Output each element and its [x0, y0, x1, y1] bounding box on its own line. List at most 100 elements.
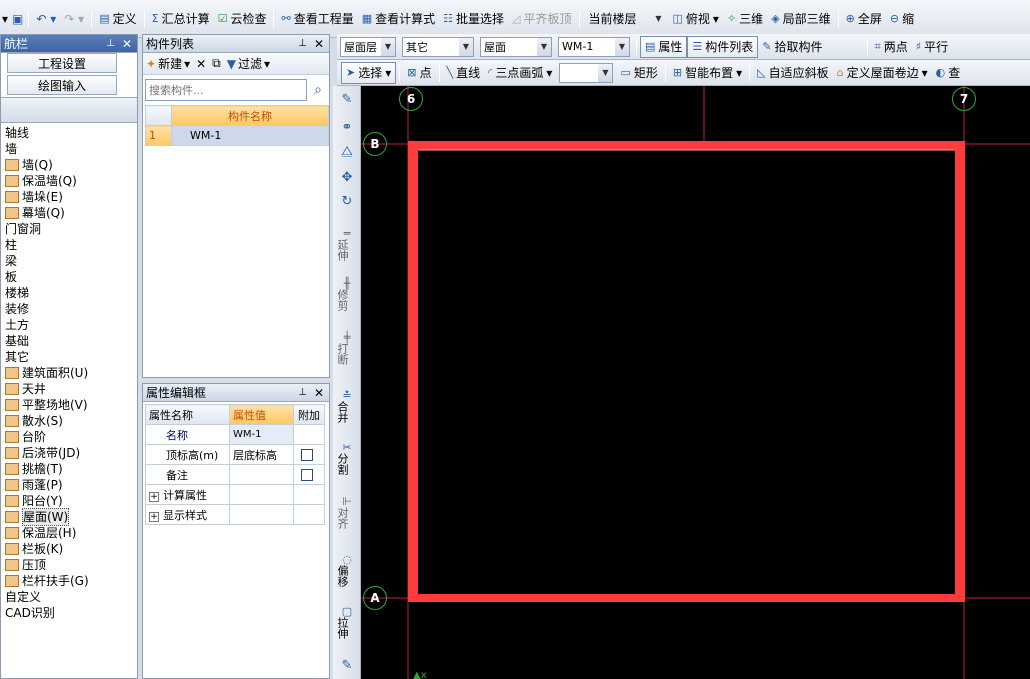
tree-item[interactable]: 装修 — [5, 301, 135, 317]
break-button[interactable]: ╪ 打断 — [336, 332, 357, 365]
mirror-icon[interactable]: ⧋ — [337, 145, 357, 158]
tree-item[interactable]: 屋面(W) — [5, 508, 135, 526]
brush-icon[interactable]: ✎ — [337, 93, 357, 106]
line-tool[interactable]: ╲ 直线 — [443, 62, 485, 84]
tree-item[interactable]: 雨蓬(P) — [5, 477, 135, 493]
undo-button[interactable]: ↶ ▾ — [32, 8, 60, 30]
tree-item[interactable]: 天井 — [5, 381, 135, 397]
tree-item[interactable]: 墙垛(E) — [5, 189, 135, 205]
query-button[interactable]: ◐ 查 — [932, 62, 965, 84]
tree-item[interactable]: 幕墙(Q) — [5, 205, 135, 221]
tree-item[interactable]: 基础 — [5, 333, 135, 349]
save-icon[interactable]: ▣ — [10, 8, 25, 30]
tree-item[interactable]: 门窗洞 — [5, 221, 135, 237]
tree-item[interactable]: 挑檐(T) — [5, 461, 135, 477]
pin-icon[interactable]: ⊥ — [298, 387, 307, 398]
tree-item[interactable]: 散水(S) — [5, 413, 135, 429]
subtype-combo[interactable]: 屋面 ▼ — [480, 36, 552, 57]
tree-item[interactable]: 其它 — [5, 349, 135, 365]
tree-item[interactable]: 轴线 — [5, 125, 135, 141]
point-tool[interactable]: ⊠ 点 — [403, 62, 435, 84]
cloud-check-button[interactable]: ☑ 云检查 — [214, 8, 271, 30]
local-3d-button[interactable]: ◈ 局部三维 — [767, 8, 834, 30]
two-point-button[interactable]: ⌗ 两点 — [871, 36, 912, 58]
tree-item[interactable]: 保温层(H) — [5, 525, 135, 541]
pin-icon[interactable]: ⊥ — [106, 38, 115, 49]
prop-row-top-elevation[interactable]: 顶标高(m) 层底标高 — [145, 444, 325, 465]
zoom-button[interactable]: ⊖ 缩 — [886, 8, 918, 30]
view-quantity-button[interactable]: ⚯ 查看工程量 — [277, 8, 357, 30]
auto-slope-button[interactable]: ◺ 自适应斜板 — [753, 62, 832, 84]
filter-button[interactable]: ▼ 过滤 ▾ — [227, 55, 270, 72]
checkbox[interactable] — [301, 449, 313, 461]
smart-layout-button[interactable]: ⊞ 智能布置 ▾ — [669, 62, 746, 84]
view-formula-button[interactable]: ▦ 查看计算式 — [358, 8, 439, 30]
tree-item[interactable]: 自定义 — [5, 589, 135, 605]
rotate-icon[interactable]: ↻ — [337, 195, 357, 208]
open-icon[interactable]: ▾ — [0, 8, 10, 30]
tree-item[interactable]: 阳台(Y) — [5, 493, 135, 509]
prop-row-display[interactable]: + 显示样式 — [145, 504, 325, 525]
expand-icon[interactable]: + — [149, 511, 159, 522]
close-icon[interactable]: ✕ — [122, 37, 132, 51]
type-combo[interactable]: 其它 ▼ — [402, 36, 474, 57]
align-slab-top-button[interactable]: ◿ 平齐板顶 — [508, 8, 575, 30]
move-icon[interactable]: ✥ — [337, 171, 357, 184]
search-icon[interactable]: ⌕ — [309, 79, 327, 101]
tree-item[interactable]: 墙 — [5, 141, 135, 157]
tree-item[interactable]: 板 — [5, 269, 135, 285]
trim-button[interactable]: ╫ 修剪 — [336, 278, 357, 311]
tree-item[interactable]: CAD识别 — [5, 605, 135, 621]
edit-icon[interactable]: ✎ — [337, 659, 357, 672]
3d-button[interactable]: ✧ 三维 — [723, 8, 767, 30]
select-tool[interactable]: ➤ 选择 ▾ — [341, 61, 397, 84]
tree-item[interactable]: 墙(Q) — [5, 157, 135, 173]
chain-icon[interactable]: ⚭ — [337, 121, 357, 134]
split-button[interactable]: ✂ 分割 — [336, 442, 357, 475]
top-view-button[interactable]: ◫ 俯视 ▾ — [669, 8, 723, 30]
rect-tool[interactable]: ▭ 矩形 — [616, 62, 661, 84]
property-toggle[interactable]: ▤ 属性 — [640, 35, 688, 58]
component-combo[interactable]: WM-1 ▼ — [558, 36, 630, 57]
prop-row-remark[interactable]: 备注 — [145, 464, 325, 485]
tree-item[interactable]: 楼梯 — [5, 285, 135, 301]
table-row[interactable]: 1 WM-1 — [145, 125, 329, 146]
close-icon[interactable]: ✕ — [314, 37, 324, 51]
delete-icon[interactable]: ✕ — [196, 57, 206, 71]
extend-button[interactable]: ═ 延伸 — [336, 228, 357, 261]
prop-row-calc[interactable]: + 计算属性 — [145, 484, 325, 505]
arc-tool[interactable]: ◜ 三点画弧 ▾ — [484, 62, 556, 84]
offset-button[interactable]: ◌ 偏移 — [336, 554, 357, 587]
tree-item[interactable]: 柱 — [5, 237, 135, 253]
tree-item[interactable]: 建筑面积(U) — [5, 365, 135, 381]
batch-select-button[interactable]: ☷ 批量选择 — [439, 8, 508, 30]
redo-button[interactable]: ↷ ▾ — [60, 8, 88, 30]
merge-button[interactable]: ≛ 合并 — [336, 390, 357, 423]
tree-item[interactable]: 压顶 — [5, 557, 135, 573]
tree-item[interactable]: 台阶 — [5, 429, 135, 445]
component-search-input[interactable] — [145, 79, 307, 101]
parallel-button[interactable]: ♯ 平行 — [912, 36, 952, 58]
summary-calc-button[interactable]: Σ 汇总计算 — [148, 8, 214, 30]
drawing-canvas[interactable]: ▲x 6 7 B A — [361, 86, 1030, 679]
tree-item[interactable]: 栏杆扶手(G) — [5, 573, 135, 589]
tree-item[interactable]: 土方 — [5, 317, 135, 333]
define-button[interactable]: ▤ 定义 — [95, 8, 140, 30]
tree-item[interactable]: 梁 — [5, 253, 135, 269]
floor-combo[interactable]: 屋面层 ▼ — [340, 36, 396, 57]
copy-icon[interactable]: ⧉ — [212, 56, 221, 71]
project-settings-button[interactable]: 工程设置 — [7, 53, 117, 73]
expand-icon[interactable]: + — [149, 491, 159, 502]
component-list-toggle[interactable]: ☰ 构件列表 — [687, 35, 759, 58]
arc-combo[interactable]: ▼ — [559, 62, 614, 83]
pin-icon[interactable]: ⊥ — [298, 38, 307, 49]
pick-component-button[interactable]: ✎ 拾取构件 — [758, 36, 826, 58]
prop-row-name[interactable]: 名称 WM-1 — [145, 424, 325, 445]
close-icon[interactable]: ✕ — [314, 386, 324, 400]
new-button[interactable]: ✦ 新建 ▾ — [146, 55, 190, 72]
tree-item[interactable]: 后浇带(JD) — [5, 445, 135, 461]
fullscreen-button[interactable]: ⊕ 全屏 — [842, 8, 886, 30]
tree-item[interactable]: 平整场地(V) — [5, 397, 135, 413]
roof-edge-button[interactable]: ⌂ 定义屋面卷边 ▾ — [833, 62, 932, 84]
align-button[interactable]: ⊩ 对齐 — [336, 496, 357, 529]
